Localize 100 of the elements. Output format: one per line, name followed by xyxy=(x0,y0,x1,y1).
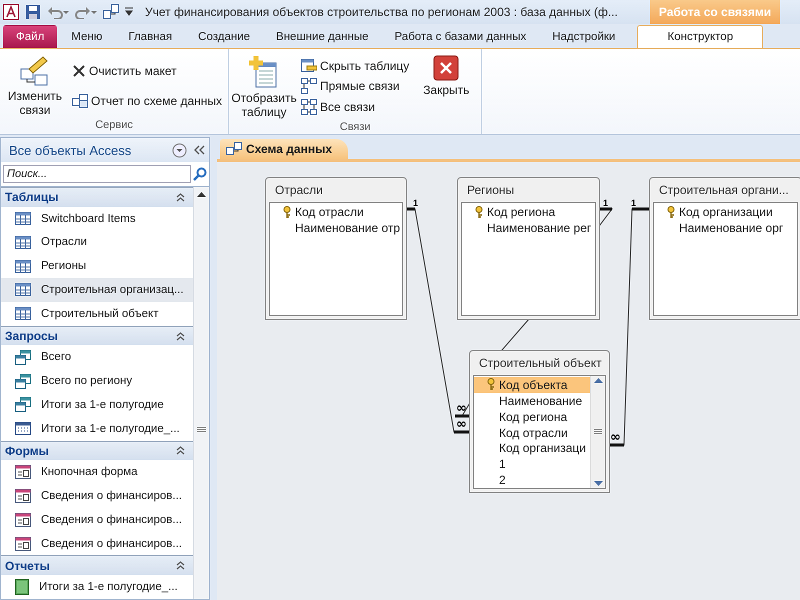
item-label: Сведения о финансиров... xyxy=(41,490,182,502)
field-name: Код организаци xyxy=(499,441,586,456)
ribbon-button[interactable]: Отобразить таблицу xyxy=(233,53,296,121)
dropdown-icon[interactable] xyxy=(172,142,187,158)
crosstab-query-icon xyxy=(15,422,31,436)
group-label: Сервис xyxy=(94,119,134,133)
field-name: Код отрасли xyxy=(499,426,568,440)
ribbon-button[interactable]: Изменить связи xyxy=(4,53,66,119)
query-icon xyxy=(15,350,31,365)
table-window[interactable]: Строительный объект Код объекта Наименование Код региона Код отрасли Код организаци 1 2 xyxy=(469,350,610,493)
field-row[interactable]: Наименование xyxy=(474,392,590,409)
collapse-icon[interactable] xyxy=(176,561,185,570)
item-label: Switchboard Items xyxy=(41,212,136,225)
ribbon-tab[interactable]: Конструктор xyxy=(637,25,764,48)
ribbon-tab[interactable]: Создание xyxy=(186,25,262,48)
customize-dropdown-icon[interactable] xyxy=(125,7,133,17)
field-name: Наименование рег xyxy=(487,221,592,235)
table-window[interactable]: Строительная органи... Код организации Наименование орг xyxy=(649,177,800,320)
save-icon[interactable] xyxy=(25,4,41,20)
field-name: Код региона xyxy=(499,410,568,424)
item-label: Всего xyxy=(41,351,72,364)
ribbon-tab[interactable]: Внешние данные xyxy=(264,25,381,48)
app-logo-icon xyxy=(3,4,19,20)
ribbon-tab[interactable]: Главная xyxy=(116,25,184,48)
ribbon-button[interactable]: Закрыть xyxy=(415,53,478,121)
ribbon-button[interactable]: Все связи xyxy=(299,98,412,116)
table-window[interactable]: Регионы Код региона Наименование рег xyxy=(457,177,600,320)
item-label: Всего по региону xyxy=(41,375,132,388)
collapse-icon[interactable] xyxy=(176,332,185,341)
item-label: Сведения о финансиров... xyxy=(41,538,182,550)
group-header[interactable]: Формы xyxy=(1,440,193,460)
key-icon xyxy=(487,378,495,392)
search-field[interactable]: Поиск... xyxy=(3,165,191,183)
field-name: Наименование xyxy=(499,394,582,408)
ribbon-tab[interactable]: Меню xyxy=(59,25,114,48)
field-row[interactable]: 1 xyxy=(474,456,590,472)
field-name: Код объекта xyxy=(499,378,568,392)
group-title: Таблицы xyxy=(5,190,60,204)
field-row[interactable]: Наименование орг xyxy=(654,220,797,236)
close-icon xyxy=(433,55,460,81)
table-window[interactable]: Отрасли Код отрасли Наименование отр xyxy=(265,177,407,320)
collapse-icon[interactable] xyxy=(176,192,185,202)
collapse-icon[interactable] xyxy=(176,446,185,456)
redo-icon[interactable] xyxy=(75,5,97,19)
many-label: ∞ xyxy=(456,401,467,416)
group-title: Отчеты xyxy=(5,558,51,573)
scroll-up-icon[interactable] xyxy=(197,191,206,197)
hide-table-icon xyxy=(301,58,318,73)
group-title: Формы xyxy=(5,444,50,458)
table-title: Строительная органи... xyxy=(658,182,790,199)
ribbon-button[interactable]: Прямые связи xyxy=(299,76,412,95)
field-row[interactable]: Код отрасли xyxy=(270,204,402,220)
relationships-icon[interactable] xyxy=(103,4,119,20)
ribbon-button[interactable]: Скрыть таблицу xyxy=(299,58,412,74)
query-icon xyxy=(15,397,31,412)
contextual-tab-label: Работа со связями xyxy=(650,0,780,24)
field-row[interactable]: Код отрасли xyxy=(474,424,590,440)
all-relationships-icon xyxy=(301,99,318,116)
scrollbar[interactable] xyxy=(590,376,605,488)
form-icon xyxy=(15,465,31,480)
key-icon xyxy=(475,206,483,218)
form-icon xyxy=(15,536,31,550)
field-row[interactable]: Код организаци xyxy=(474,440,590,456)
scroll-down-icon[interactable] xyxy=(594,480,602,488)
ribbon-button[interactable]: Очистить макет xyxy=(70,63,224,79)
group-label: Связи xyxy=(338,121,372,134)
field-row[interactable]: 2 xyxy=(474,472,590,488)
field-name: Наименование отр xyxy=(295,221,400,235)
field-row[interactable]: Код организации xyxy=(654,204,797,220)
form-icon xyxy=(15,488,31,503)
collapse-pane-icon[interactable] xyxy=(193,145,205,155)
ribbon-tab[interactable]: Надстройки xyxy=(540,25,628,48)
field-name: Наименование орг xyxy=(679,221,784,235)
item-label: Регионы xyxy=(41,260,86,272)
ribbon-button[interactable]: Отчет по схеме данных xyxy=(70,93,224,109)
table-icon xyxy=(15,283,31,296)
field-row[interactable]: Наименование отр xyxy=(270,220,402,236)
file-tab[interactable]: Файл xyxy=(3,25,58,48)
field-name: 1 xyxy=(499,457,506,472)
navigation-item[interactable]: Строительная организац... xyxy=(1,278,193,302)
ribbon-tab[interactable]: Работа с базами данных xyxy=(382,25,538,48)
table-title: Строительный объект xyxy=(478,355,603,372)
group-header[interactable]: Отчеты xyxy=(1,555,193,576)
search-icon[interactable] xyxy=(193,167,207,181)
field-row[interactable]: Наименование рег xyxy=(462,220,595,236)
document-tab[interactable]: Схема данных xyxy=(220,139,348,159)
item-label: Строительная организац... xyxy=(41,284,184,296)
field-row[interactable]: Код региона xyxy=(462,204,595,220)
one-label: 1 xyxy=(603,198,608,208)
table-icon xyxy=(15,260,31,273)
close-icon xyxy=(72,64,86,78)
group-header[interactable]: Запросы xyxy=(1,326,193,346)
table-icon xyxy=(15,307,31,320)
field-name: Код организации xyxy=(679,205,773,219)
field-row[interactable]: Код региона xyxy=(474,408,590,425)
group-header[interactable]: Таблицы xyxy=(1,187,193,207)
field-row[interactable]: Код объекта xyxy=(474,377,590,393)
undo-icon[interactable] xyxy=(47,5,69,19)
scrollbar[interactable] xyxy=(193,187,209,599)
field-name: 2 xyxy=(499,473,506,488)
